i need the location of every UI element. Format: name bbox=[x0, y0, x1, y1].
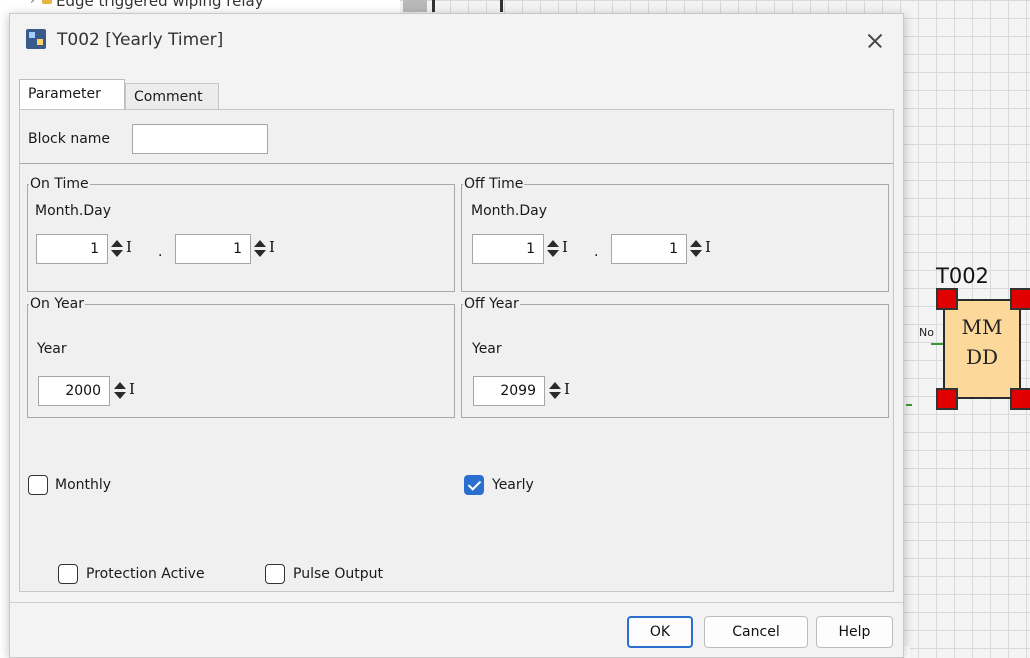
resize-handle-top-right[interactable] bbox=[1010, 288, 1030, 310]
off-year-input[interactable]: 2099 bbox=[473, 376, 545, 406]
tree-expand-icon[interactable]: › bbox=[30, 0, 35, 7]
resize-handle-bottom-left[interactable] bbox=[936, 388, 958, 410]
toolbar-marker bbox=[500, 0, 503, 12]
on-time-day-input[interactable]: 1 bbox=[175, 234, 251, 264]
splitter[interactable] bbox=[403, 0, 427, 12]
dialog-title: T002 [Yearly Timer] bbox=[57, 30, 224, 50]
off-time-month-ibutton[interactable]: I bbox=[562, 238, 568, 256]
close-icon[interactable] bbox=[860, 26, 890, 56]
connector-line bbox=[906, 404, 912, 406]
pulse-output-checkbox[interactable] bbox=[265, 564, 285, 584]
block-name-label: Block name bbox=[28, 131, 111, 147]
tree-item-label[interactable]: Edge triggered wiping relay bbox=[56, 0, 264, 10]
monthly-checkbox[interactable] bbox=[28, 475, 48, 495]
block-line-mm: MM bbox=[961, 315, 1003, 339]
off-year-label: Year bbox=[472, 341, 502, 357]
block-name-input[interactable] bbox=[132, 124, 268, 154]
yearly-timer-dialog: T002 [Yearly Timer] Parameter Comment Bl… bbox=[9, 13, 904, 658]
folder-icon bbox=[42, 0, 52, 4]
off-time-legend: Off Time bbox=[464, 176, 524, 192]
title-bar[interactable]: T002 [Yearly Timer] bbox=[10, 14, 903, 70]
off-year-ibutton[interactable]: I bbox=[564, 380, 570, 398]
on-time-month-input[interactable]: 1 bbox=[36, 234, 108, 264]
pin-label: No bbox=[919, 326, 934, 339]
on-year-legend: On Year bbox=[30, 296, 84, 312]
off-time-month-input[interactable]: 1 bbox=[472, 234, 544, 264]
resize-handle-bottom-right[interactable] bbox=[1010, 388, 1030, 410]
on-year-ibutton[interactable]: I bbox=[129, 380, 135, 398]
on-time-day-spinner[interactable] bbox=[252, 239, 268, 259]
footer-divider bbox=[10, 602, 903, 603]
pulse-output-label[interactable]: Pulse Output bbox=[293, 566, 383, 582]
off-time-separator: . bbox=[594, 244, 599, 260]
ok-button[interactable]: OK bbox=[627, 616, 693, 648]
app-icon bbox=[26, 29, 46, 49]
off-time-month-spinner[interactable] bbox=[545, 239, 561, 259]
on-year-label: Year bbox=[37, 341, 67, 357]
monthly-label[interactable]: Monthly bbox=[55, 477, 111, 493]
protection-active-checkbox[interactable] bbox=[58, 564, 78, 584]
on-time-day-ibutton[interactable]: I bbox=[269, 238, 275, 256]
block-line-dd: DD bbox=[965, 345, 999, 369]
off-time-day-spinner[interactable] bbox=[688, 239, 704, 259]
on-year-input[interactable]: 2000 bbox=[38, 376, 110, 406]
off-time-day-ibutton[interactable]: I bbox=[705, 238, 711, 256]
on-time-month-day-label: Month.Day bbox=[35, 203, 111, 219]
off-time-month-day-label: Month.Day bbox=[471, 203, 547, 219]
yearly-checkbox[interactable] bbox=[464, 475, 484, 495]
parameter-panel: Block name On Time Month.Day 1 I . 1 I O… bbox=[19, 109, 894, 592]
off-year-spinner[interactable] bbox=[547, 381, 563, 401]
on-time-separator: . bbox=[158, 244, 163, 260]
cancel-button[interactable]: Cancel bbox=[704, 616, 808, 648]
on-time-month-ibutton[interactable]: I bbox=[126, 238, 132, 256]
tab-comment[interactable]: Comment bbox=[125, 83, 219, 110]
resize-handle-top-left[interactable] bbox=[936, 288, 958, 310]
toolbar-marker bbox=[432, 0, 435, 12]
divider bbox=[20, 163, 893, 164]
block-label: T002 bbox=[936, 264, 989, 288]
protection-active-label[interactable]: Protection Active bbox=[86, 566, 205, 582]
off-year-legend: Off Year bbox=[464, 296, 519, 312]
on-time-month-spinner[interactable] bbox=[109, 239, 125, 259]
help-button[interactable]: Help bbox=[816, 616, 893, 648]
project-tree: › Edge triggered wiping relay bbox=[0, 0, 400, 14]
on-time-legend: On Time bbox=[30, 176, 89, 192]
on-year-spinner[interactable] bbox=[112, 381, 128, 401]
off-time-day-input[interactable]: 1 bbox=[611, 234, 687, 264]
tab-parameter[interactable]: Parameter bbox=[19, 79, 125, 109]
timer-block[interactable]: MM DD bbox=[943, 299, 1021, 399]
yearly-label[interactable]: Yearly bbox=[492, 477, 534, 493]
